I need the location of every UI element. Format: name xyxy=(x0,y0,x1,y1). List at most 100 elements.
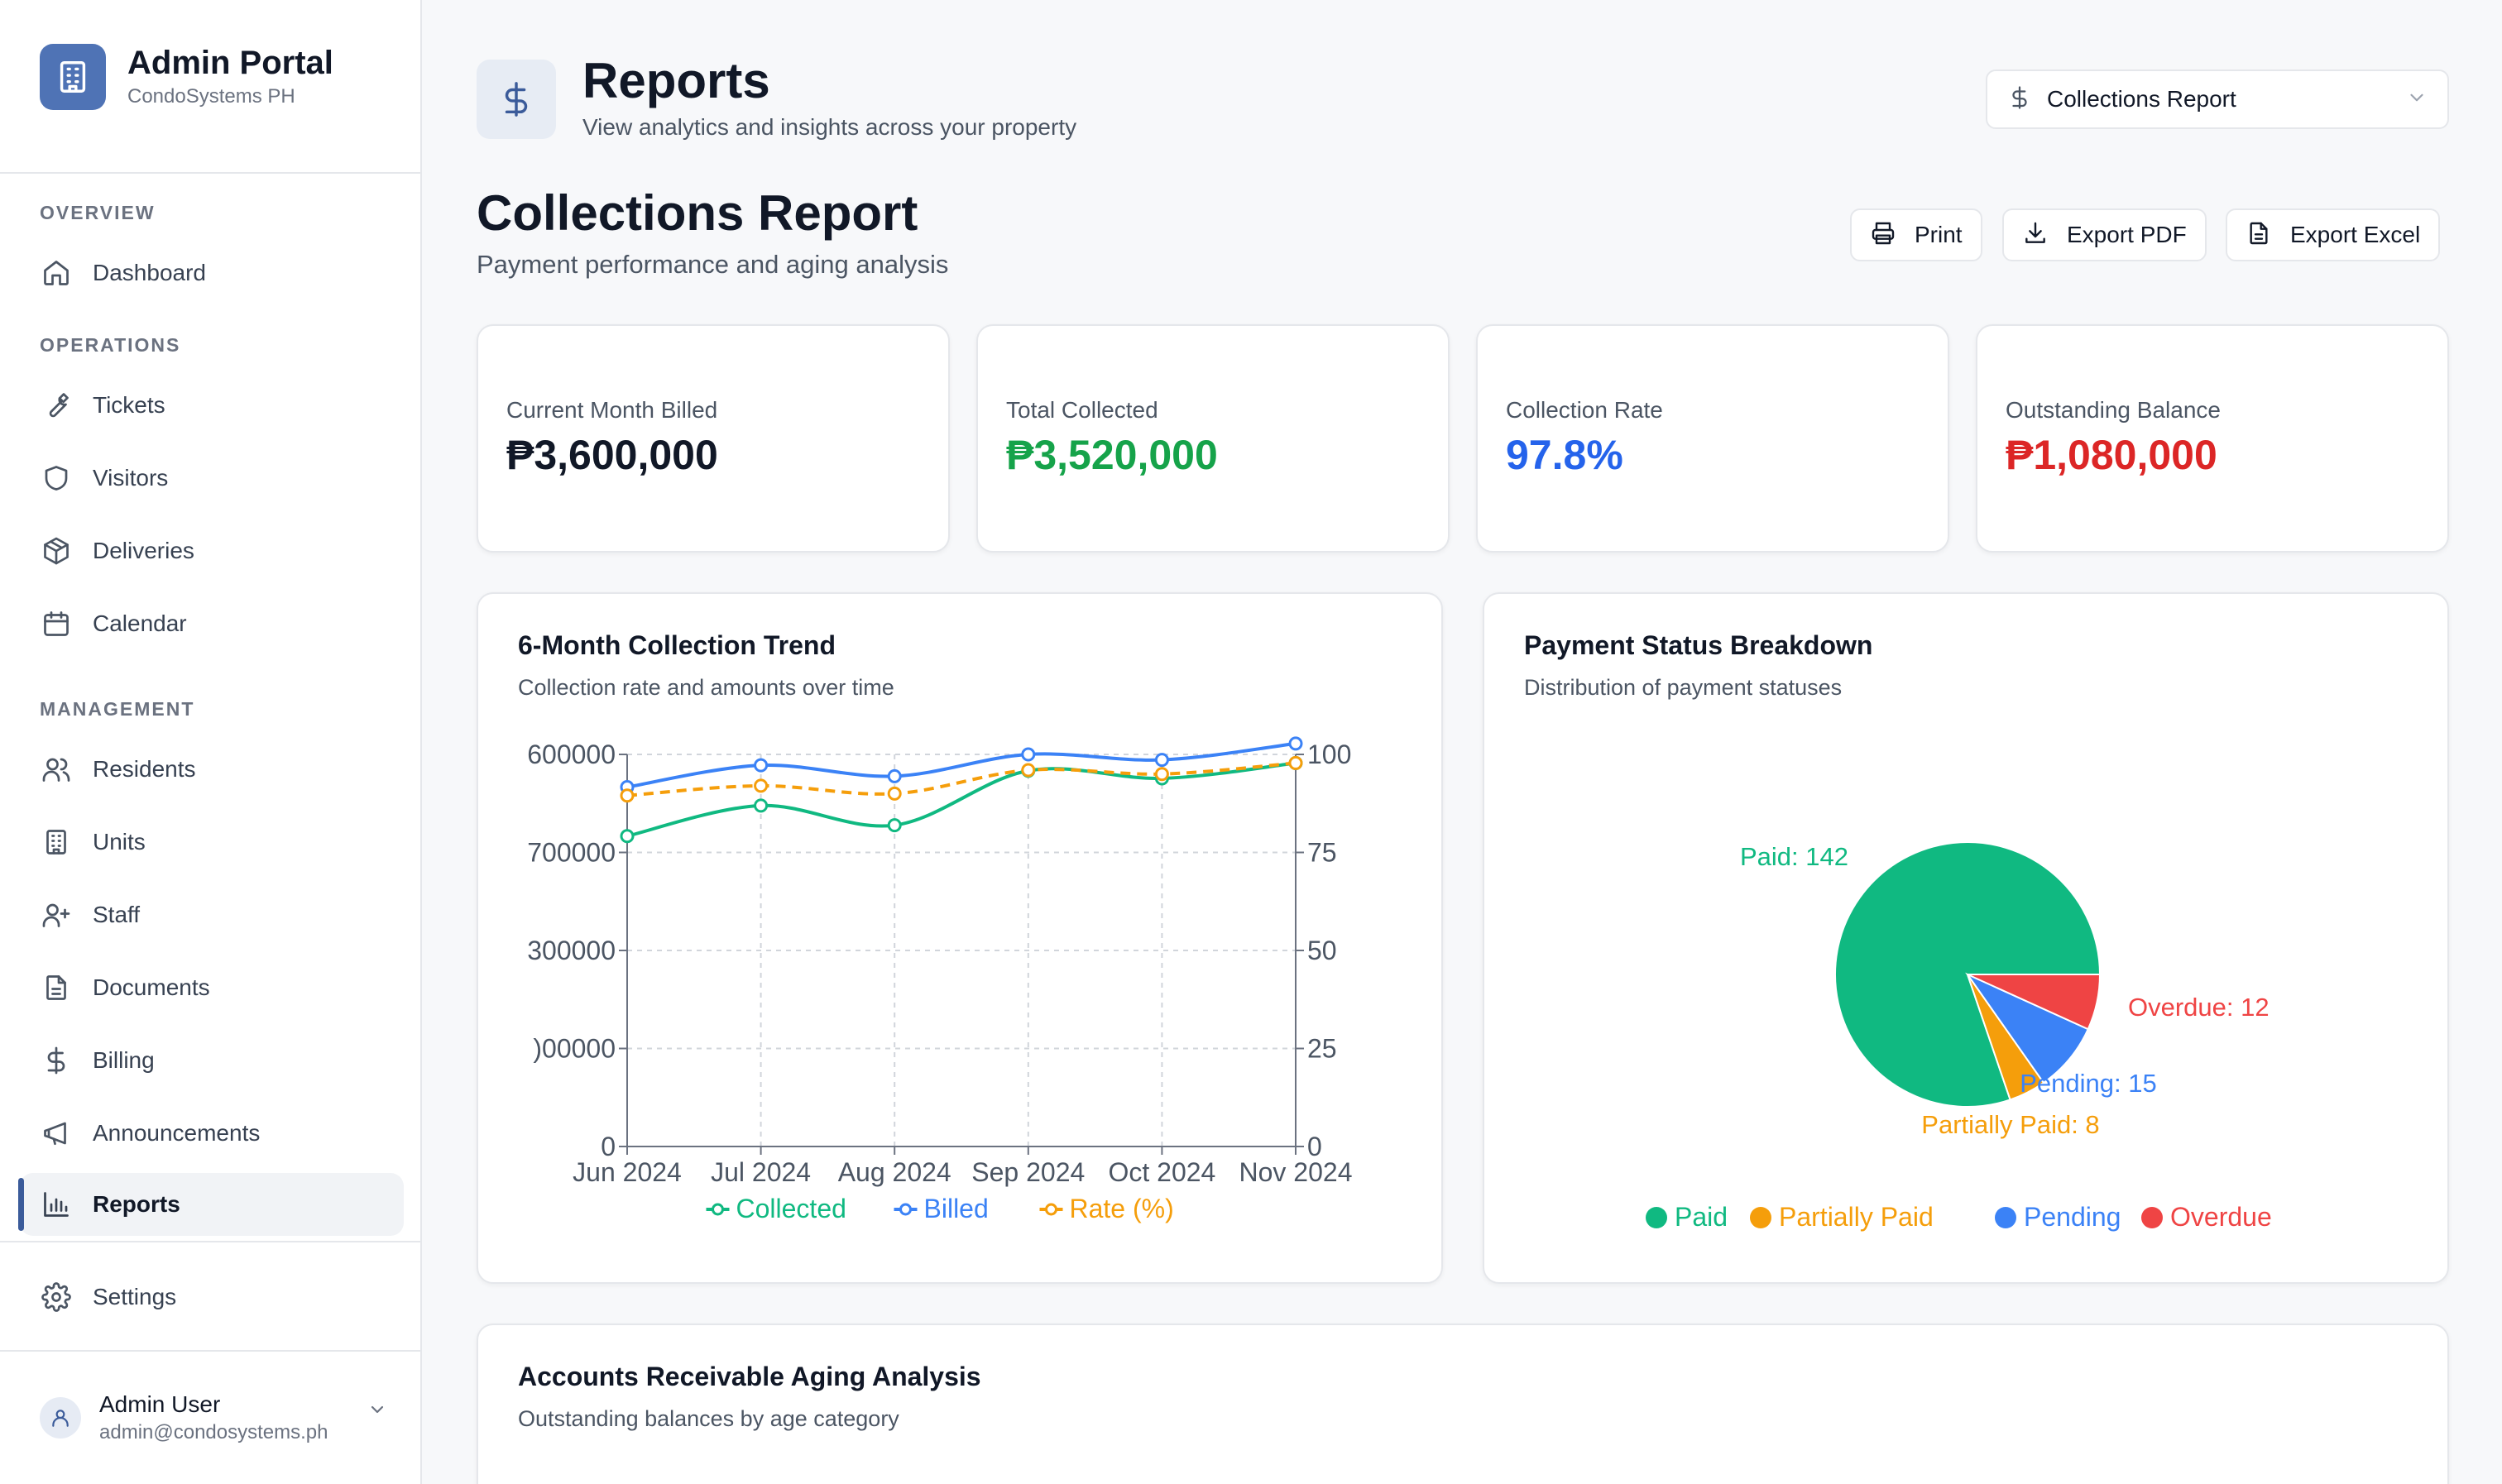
data-point xyxy=(620,788,635,803)
card-title: Accounts Receivable Aging Analysis xyxy=(518,1362,981,1391)
legend-marker xyxy=(1750,1207,1771,1228)
sidebar-item-reports[interactable]: Reports xyxy=(20,1173,404,1236)
brand-title: Admin Portal xyxy=(127,45,333,81)
legend-marker xyxy=(1995,1207,2016,1228)
sidebar-item-label: Settings xyxy=(93,1284,177,1309)
user-name: Admin User xyxy=(99,1391,221,1417)
stat-card-collected: Total Collected ₱3,520,000 xyxy=(976,324,1450,553)
x-tick-label: Jun 2024 xyxy=(573,1157,682,1187)
x-tick-label: Aug 2024 xyxy=(838,1157,951,1187)
home-icon xyxy=(40,256,73,290)
avatar xyxy=(40,1397,81,1439)
stat-card-rate: Collection Rate 97.8% xyxy=(1476,324,1949,553)
stat-label: Current Month Billed xyxy=(506,397,718,423)
y-tick-label: 600000 xyxy=(527,740,616,769)
data-point xyxy=(887,786,902,801)
legend-label: Collected xyxy=(736,1194,846,1223)
chevron-down-icon xyxy=(2406,87,2428,112)
stat-value: ₱3,520,000 xyxy=(1006,432,1218,478)
user-menu[interactable]: Admin User admin@condosystems.ph xyxy=(40,1390,387,1446)
legend-label: Paid xyxy=(1675,1202,1728,1232)
divider xyxy=(0,1350,420,1352)
document-icon xyxy=(40,971,73,1004)
data-point xyxy=(1154,767,1169,782)
sidebar-item-label: Billing xyxy=(93,1047,155,1073)
active-indicator xyxy=(18,1178,24,1231)
series-line xyxy=(626,761,1297,838)
sidebar-item-documents[interactable]: Documents xyxy=(20,956,404,1019)
download-icon xyxy=(2022,220,2049,251)
user-email: admin@condosystems.ph xyxy=(99,1421,328,1443)
wrench-icon xyxy=(40,389,73,422)
nav-section-operations: OPERATIONS xyxy=(40,334,181,356)
pie-label: Pending: 15 xyxy=(2020,1069,2156,1098)
sidebar-item-announcements[interactable]: Announcements xyxy=(20,1102,404,1165)
report-type-select[interactable]: Collections Report xyxy=(1986,69,2449,129)
nav-section-overview: OVERVIEW xyxy=(40,202,156,223)
y2-tick-label: 100 xyxy=(1307,740,1351,769)
sidebar-item-calendar[interactable]: Calendar xyxy=(20,592,404,655)
legend-marker xyxy=(1646,1207,1667,1228)
sidebar-item-label: Dashboard xyxy=(93,260,206,285)
trend-chart-card: 6-Month Collection Trend Collection rate… xyxy=(477,592,1443,1284)
legend-label: Rate (%) xyxy=(1070,1194,1174,1223)
sidebar-item-settings[interactable]: Settings xyxy=(20,1266,404,1328)
stat-label: Collection Rate xyxy=(1506,397,1663,423)
data-point xyxy=(754,758,769,773)
export-excel-button[interactable]: Export Excel xyxy=(2226,208,2441,261)
sidebar-item-staff[interactable]: Staff xyxy=(20,883,404,946)
building-icon xyxy=(40,826,73,859)
calendar-icon xyxy=(40,607,73,640)
sidebar-item-tickets[interactable]: Tickets xyxy=(20,374,404,437)
y2-tick-label: 50 xyxy=(1307,936,1337,965)
legend-marker-dot xyxy=(712,1203,724,1216)
sidebar-item-residents[interactable]: Residents xyxy=(20,738,404,801)
data-point xyxy=(1021,747,1036,762)
stat-value: ₱1,080,000 xyxy=(2006,432,2217,478)
pie-chart: Paid: 142 Partially Paid: 8 Pending: 15 Ove… xyxy=(1646,841,2272,1232)
export-pdf-button[interactable]: Export PDF xyxy=(2002,208,2207,261)
sidebar-item-label: Visitors xyxy=(93,465,169,491)
stat-card-outstanding: Outstanding Balance ₱1,080,000 xyxy=(1976,324,2449,553)
report-title: Collections Report xyxy=(477,185,918,241)
brand[interactable]: Admin Portal CondoSystems PH xyxy=(40,43,333,111)
export-excel-label: Export Excel xyxy=(2290,222,2421,247)
sidebar-item-label: Deliveries xyxy=(93,538,194,563)
x-tick-label: Oct 2024 xyxy=(1108,1157,1215,1187)
printer-icon xyxy=(1870,220,1896,251)
report-select-value: Collections Report xyxy=(2047,86,2236,112)
shield-icon xyxy=(40,462,73,495)
sidebar-item-billing[interactable]: Billing xyxy=(20,1029,404,1092)
dollar-icon xyxy=(477,60,556,139)
sidebar-item-visitors[interactable]: Visitors xyxy=(20,447,404,510)
page-subtitle: View analytics and insights across your … xyxy=(582,114,1077,140)
legend-label: Partially Paid xyxy=(1779,1202,1934,1232)
pie-chart-card: Payment Status Breakdown Distribution of… xyxy=(1483,592,2449,1284)
y-tick-label: 300000 xyxy=(527,936,616,965)
divider xyxy=(0,1241,420,1242)
sidebar-item-label: Calendar xyxy=(93,610,187,636)
y-tick-label: )00000 xyxy=(533,1034,616,1064)
data-point xyxy=(1021,763,1036,778)
sidebar: Admin Portal CondoSystems PH OVERVIEW Da… xyxy=(0,0,422,1484)
nav-section-management: MANAGEMENT xyxy=(40,698,195,720)
data-point xyxy=(620,829,635,844)
sidebar-item-label: Residents xyxy=(93,756,196,782)
print-button[interactable]: Print xyxy=(1850,208,1982,261)
data-point xyxy=(1288,755,1303,770)
print-button-label: Print xyxy=(1915,222,1963,247)
data-point xyxy=(887,818,902,833)
pie-label: Partially Paid: 8 xyxy=(1921,1110,2099,1139)
x-tick-label: Nov 2024 xyxy=(1239,1157,1353,1187)
legend-marker-dot xyxy=(1045,1203,1057,1216)
y-tick-label: 700000 xyxy=(527,838,616,868)
sidebar-item-deliveries[interactable]: Deliveries xyxy=(20,519,404,582)
sidebar-item-units[interactable]: Units xyxy=(20,811,404,874)
sidebar-item-label: Documents xyxy=(93,974,210,1000)
sidebar-item-dashboard[interactable]: Dashboard xyxy=(20,242,404,304)
data-point xyxy=(887,768,902,783)
data-point xyxy=(754,798,769,813)
data-point xyxy=(1154,753,1169,768)
dollar-icon xyxy=(40,1044,73,1077)
spreadsheet-icon xyxy=(2246,220,2272,251)
